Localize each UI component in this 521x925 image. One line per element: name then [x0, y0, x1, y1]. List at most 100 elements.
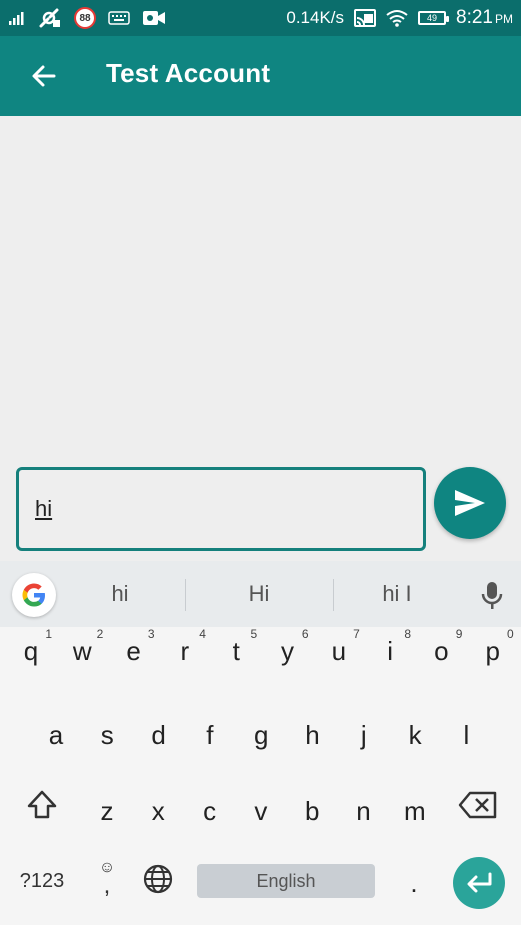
key-k[interactable]: k [390, 707, 440, 763]
key-label: c [203, 795, 217, 826]
key-label: n [356, 795, 371, 826]
key-label: j [360, 719, 367, 750]
notification-icon: 88 [74, 7, 96, 29]
key-s[interactable]: s [82, 707, 132, 763]
key-hint: 2 [96, 627, 104, 641]
key-label: p [485, 635, 500, 666]
key-label: s [100, 719, 114, 750]
battery-icon: 49 [418, 11, 450, 25]
key-g[interactable]: g [236, 707, 286, 763]
key-label: l [463, 719, 470, 750]
key-label: a [48, 719, 64, 750]
backspace-icon [458, 791, 497, 819]
key-label: g [253, 719, 269, 750]
message-input[interactable]: hi [16, 467, 426, 551]
key-hint: 8 [404, 627, 412, 641]
key-hint: 3 [147, 627, 155, 641]
keyboard-icon [108, 11, 130, 25]
key-hint: 7 [353, 627, 360, 641]
key-x[interactable]: x [133, 783, 183, 839]
keyboard: hi Hi hi I q1w2e3r4t5y6u7i8o9p0asdfghjkl… [0, 561, 521, 925]
key-h[interactable]: h [288, 707, 338, 763]
google-icon[interactable] [12, 573, 56, 617]
key-o[interactable]: o9 [416, 623, 466, 679]
key-v[interactable]: v [236, 783, 286, 839]
suggestion-divider [333, 579, 334, 611]
key-hint: 0 [507, 627, 514, 641]
wifi-icon [386, 9, 408, 27]
suggestion-3[interactable]: hi I [337, 581, 457, 607]
key-label: y [281, 635, 294, 666]
key-label: u [331, 635, 347, 666]
comma-label: , [103, 872, 111, 899]
backspace-key[interactable] [456, 787, 500, 823]
video-icon [142, 9, 166, 27]
suggestion-2[interactable]: Hi [199, 581, 319, 607]
send-icon [455, 490, 485, 516]
key-label: w [72, 635, 92, 666]
vpn-icon [38, 7, 62, 29]
globe-icon [143, 864, 173, 894]
key-t[interactable]: t5 [211, 623, 261, 679]
status-bar-left: 88 [8, 0, 166, 36]
clock-ampm: PM [495, 12, 513, 26]
period-key[interactable]: . [400, 861, 428, 905]
key-label: v [254, 795, 268, 826]
key-label: z [100, 795, 114, 826]
key-label: d [151, 719, 166, 750]
key-label: t [232, 635, 240, 666]
enter-key[interactable] [453, 857, 505, 909]
key-label: r [180, 635, 190, 666]
key-d[interactable]: d [134, 707, 184, 763]
key-hint: 6 [301, 627, 309, 641]
enter-icon [467, 872, 492, 893]
key-c[interactable]: c [185, 783, 235, 839]
message-input-value: hi [35, 496, 53, 521]
key-u[interactable]: u7 [314, 623, 364, 679]
clock: 8:21 PM [456, 7, 513, 29]
key-n[interactable]: n [339, 783, 389, 839]
key-label: x [151, 795, 165, 826]
key-label: b [304, 795, 320, 826]
key-label: e [126, 635, 141, 666]
key-f[interactable]: f [185, 707, 235, 763]
send-button[interactable] [434, 467, 506, 539]
key-hint: 9 [455, 627, 463, 641]
key-b[interactable]: b [287, 783, 337, 839]
key-label: h [305, 719, 320, 750]
key-e[interactable]: e3 [109, 623, 159, 679]
key-j[interactable]: j [339, 707, 389, 763]
mic-icon[interactable] [478, 581, 506, 611]
cast-icon [354, 9, 377, 27]
key-hint: 4 [199, 627, 206, 641]
key-p[interactable]: p0 [468, 623, 518, 679]
key-label: i [387, 635, 393, 666]
suggestion-1[interactable]: hi [60, 581, 180, 607]
symbols-key[interactable]: ?123 [14, 859, 70, 903]
key-m[interactable]: m [390, 783, 440, 839]
key-q[interactable]: q1 [6, 623, 56, 679]
signal-icon [8, 10, 26, 26]
back-button[interactable] [22, 54, 66, 98]
key-hint: 5 [250, 627, 258, 641]
app-bar: Test Account [0, 36, 521, 116]
shift-key[interactable] [22, 783, 62, 827]
status-bar-right: 0.14K/s 49 8:21 PM [286, 0, 513, 36]
key-a[interactable]: a [31, 707, 81, 763]
key-i[interactable]: i8 [365, 623, 415, 679]
shift-icon [27, 790, 57, 819]
suggestion-divider [185, 579, 186, 611]
language-key[interactable] [140, 861, 176, 897]
key-r[interactable]: r4 [160, 623, 210, 679]
clock-time: 8:21 [456, 7, 493, 28]
key-label: m [403, 795, 426, 826]
space-key[interactable]: English [197, 864, 375, 898]
emoji-comma-key[interactable]: ☺ , [92, 853, 122, 903]
key-y[interactable]: y6 [263, 623, 313, 679]
key-z[interactable]: z [82, 783, 132, 839]
key-l[interactable]: l [441, 707, 491, 763]
key-label: q [23, 635, 39, 666]
arrow-back-icon [32, 65, 56, 87]
suggestion-bar: hi Hi hi I [0, 561, 521, 627]
key-w[interactable]: w2 [57, 623, 107, 679]
